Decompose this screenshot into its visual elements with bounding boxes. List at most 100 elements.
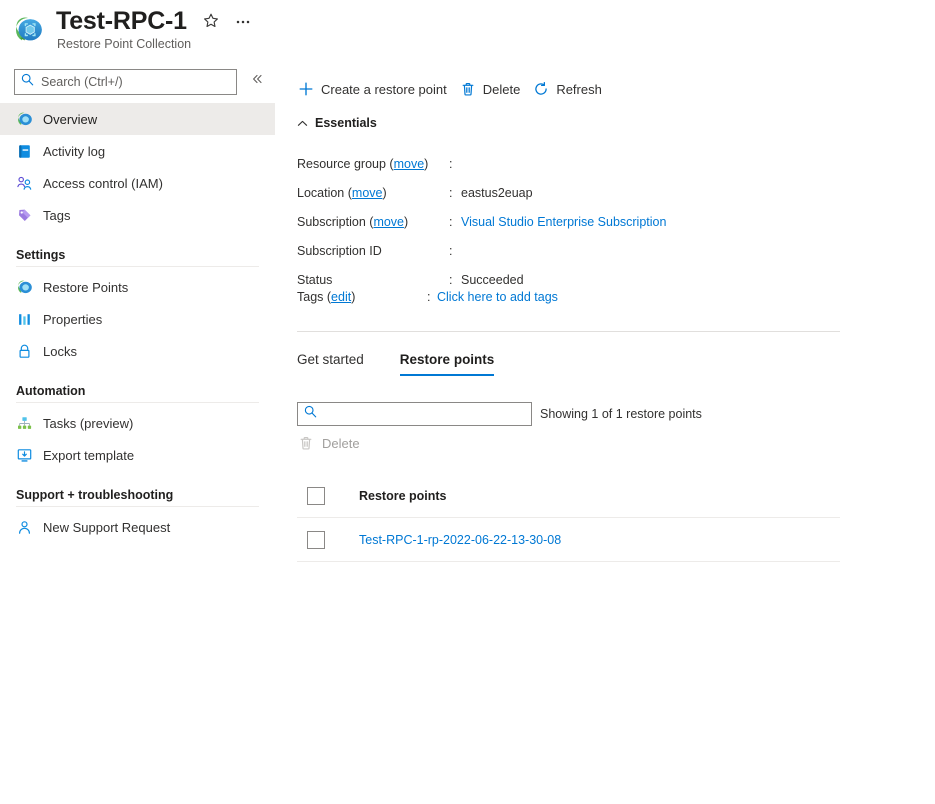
tasks-icon bbox=[16, 415, 33, 432]
essentials-key-text: Resource group bbox=[297, 157, 386, 171]
divider bbox=[16, 506, 259, 507]
essentials-row-resource-group: Resource group (move) : bbox=[297, 150, 867, 179]
plus-icon bbox=[297, 80, 315, 98]
sidebar-item-tags[interactable]: Tags bbox=[0, 199, 275, 231]
essentials-key: Resource group (move) bbox=[297, 157, 429, 171]
move-resource-group-link[interactable]: move bbox=[394, 157, 425, 171]
page-subtitle: Restore Point Collection bbox=[57, 37, 192, 51]
chevron-up-icon bbox=[297, 118, 308, 129]
row-select-cell bbox=[297, 530, 359, 549]
select-all-cell bbox=[297, 486, 359, 505]
sidebar-item-label: Properties bbox=[43, 311, 103, 327]
table-delete-button[interactable]: Delete bbox=[297, 434, 360, 452]
essentials-divider bbox=[297, 331, 840, 332]
support-request-icon bbox=[16, 519, 33, 536]
restore-points-search-box[interactable] bbox=[297, 402, 532, 426]
table-delete-label: Delete bbox=[322, 435, 360, 451]
restore-points-table: Restore points Test-RPC-1-rp-2022-06-22-… bbox=[297, 474, 840, 562]
delete-label: Delete bbox=[482, 81, 521, 97]
lock-icon bbox=[16, 343, 33, 360]
sidebar-item-export-template[interactable]: Export template bbox=[0, 439, 275, 471]
essentials-toggle[interactable]: Essentials bbox=[297, 116, 377, 130]
create-restore-point-label: Create a restore point bbox=[321, 81, 447, 97]
column-header-restore-points: Restore points bbox=[359, 488, 447, 503]
refresh-label: Refresh bbox=[556, 81, 602, 97]
essentials-key: Subscription ID bbox=[297, 237, 449, 266]
restore-points-search-input[interactable] bbox=[322, 406, 525, 422]
delete-button[interactable]: Delete bbox=[459, 75, 533, 103]
table-row[interactable]: Test-RPC-1-rp-2022-06-22-13-30-08 bbox=[297, 518, 840, 562]
move-location-link[interactable]: move bbox=[352, 186, 383, 200]
ellipsis-icon[interactable] bbox=[232, 11, 254, 33]
command-bar: Create a restore point Delete Refresh bbox=[297, 75, 614, 103]
sidebar-item-label: Restore Points bbox=[43, 279, 129, 295]
essentials-row-tags: Tags (edit) : Click here to add tags bbox=[297, 284, 867, 310]
export-template-icon bbox=[16, 447, 33, 464]
tab-restore-points[interactable]: Restore points bbox=[399, 352, 494, 376]
sidebar-item-label: Tasks (preview) bbox=[43, 415, 134, 431]
azure-portal-blade: Test-RPC-1 Restore Point Collection Sear… bbox=[0, 0, 935, 804]
access-control-icon bbox=[16, 175, 33, 192]
essentials-value-location: eastus2euap bbox=[461, 186, 533, 200]
overview-icon bbox=[16, 111, 33, 128]
essentials-value-subscription[interactable]: Visual Studio Enterprise Subscription bbox=[461, 208, 666, 237]
activity-log-icon bbox=[16, 143, 33, 160]
sidebar-item-label: Tags bbox=[43, 207, 71, 223]
restore-points-icon bbox=[16, 279, 33, 296]
trash-icon bbox=[459, 80, 477, 98]
colon: : bbox=[449, 215, 453, 229]
add-tags-link[interactable]: Click here to add tags bbox=[437, 290, 558, 304]
essentials-key-text: Location bbox=[297, 186, 345, 200]
restore-point-link[interactable]: Test-RPC-1-rp-2022-06-22-13-30-08 bbox=[359, 533, 561, 547]
tab-list: Get started Restore points bbox=[297, 352, 530, 376]
sidebar-item-properties[interactable]: Properties bbox=[0, 303, 275, 335]
showing-count-text: Showing 1 of 1 restore points bbox=[540, 407, 702, 421]
edit-tags-link[interactable]: edit bbox=[331, 290, 351, 304]
select-all-checkbox[interactable] bbox=[307, 486, 325, 505]
divider bbox=[16, 402, 259, 403]
sidebar-item-restore-points[interactable]: Restore Points bbox=[0, 271, 275, 303]
sidebar-item-label: Activity log bbox=[43, 143, 106, 159]
chevron-double-left-icon[interactable] bbox=[248, 72, 266, 90]
sidebar-nav: Overview Activity log Access control (IA… bbox=[0, 103, 275, 543]
sidebar-search bbox=[14, 69, 237, 95]
row-checkbox[interactable] bbox=[307, 530, 325, 549]
properties-icon bbox=[16, 311, 33, 328]
search-icon bbox=[21, 73, 34, 91]
sidebar-item-locks[interactable]: Locks bbox=[0, 335, 275, 367]
essentials-key-text: Tags bbox=[297, 290, 324, 304]
page-title: Test-RPC-1 bbox=[56, 7, 187, 35]
move-subscription-link[interactable]: move bbox=[373, 215, 404, 229]
table-header-row: Restore points bbox=[297, 474, 840, 518]
refresh-button[interactable]: Refresh bbox=[532, 75, 614, 103]
sidebar-item-activity-log[interactable]: Activity log bbox=[0, 135, 275, 167]
essentials-grid: Resource group (move) : Location (move) … bbox=[297, 150, 867, 295]
essentials-title: Essentials bbox=[315, 116, 377, 130]
essentials-key: Tags (edit) bbox=[297, 290, 356, 304]
essentials-row-subscription: Subscription (move) : Visual Studio Ente… bbox=[297, 208, 867, 237]
search-input[interactable] bbox=[39, 74, 230, 90]
tags-icon bbox=[16, 207, 33, 224]
sidebar-item-overview[interactable]: Overview bbox=[0, 103, 275, 135]
refresh-icon bbox=[532, 80, 550, 98]
sidebar-item-label: Overview bbox=[43, 111, 98, 127]
tab-get-started[interactable]: Get started bbox=[297, 352, 364, 376]
essentials-row-subscription-id: Subscription ID : bbox=[297, 237, 867, 266]
sidebar-item-new-support-request[interactable]: New Support Request bbox=[0, 511, 275, 543]
sidebar-group-title: Automation bbox=[16, 384, 86, 398]
colon: : bbox=[449, 157, 453, 171]
sidebar-item-label: New Support Request bbox=[43, 519, 171, 535]
essentials-key-text: Subscription ID bbox=[297, 244, 382, 258]
sidebar-group-title: Support + troubleshooting bbox=[16, 488, 174, 502]
sidebar-item-label: Export template bbox=[43, 447, 135, 463]
restore-point-collection-icon bbox=[12, 14, 44, 46]
sidebar-item-label: Access control (IAM) bbox=[43, 175, 163, 191]
create-restore-point-button[interactable]: Create a restore point bbox=[297, 75, 459, 103]
trash-icon bbox=[297, 434, 315, 452]
sidebar-item-tasks[interactable]: Tasks (preview) bbox=[0, 407, 275, 439]
star-icon[interactable] bbox=[200, 11, 222, 33]
search-box[interactable] bbox=[14, 69, 237, 95]
sidebar-item-access-control[interactable]: Access control (IAM) bbox=[0, 167, 275, 199]
restore-points-filter-row: Showing 1 of 1 restore points bbox=[297, 402, 702, 426]
colon: : bbox=[449, 186, 453, 200]
